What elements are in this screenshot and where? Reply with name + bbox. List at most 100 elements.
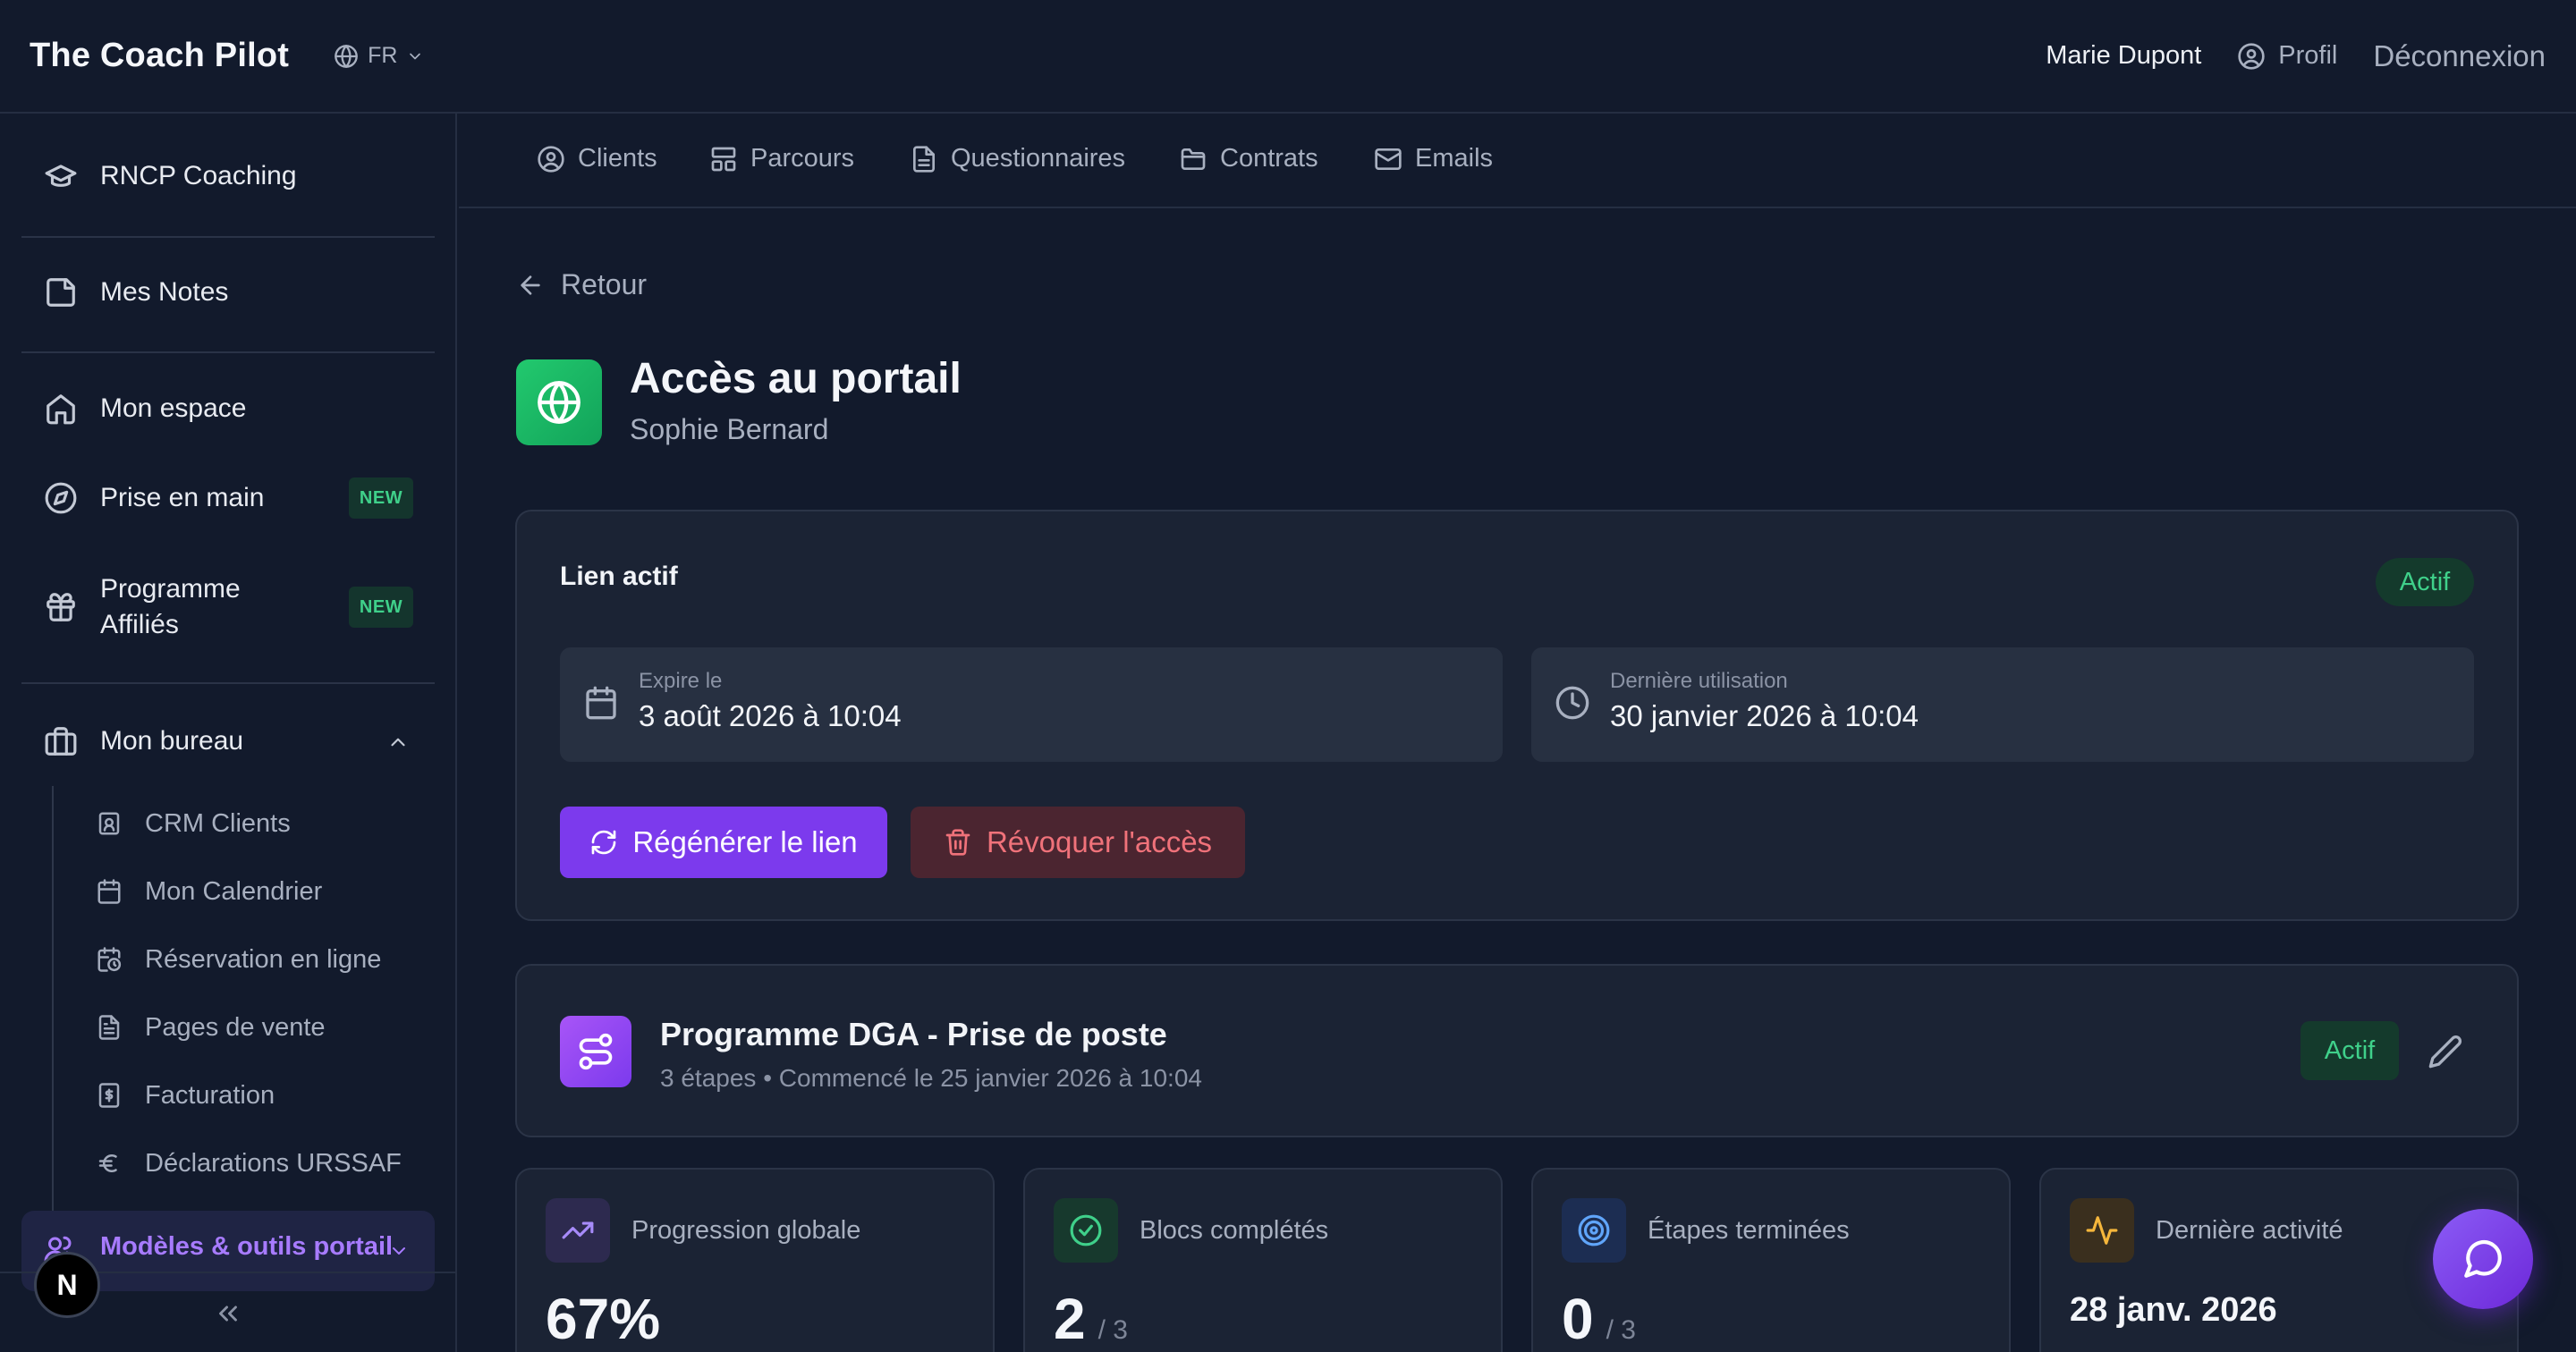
tab-emails[interactable]: Emails	[1374, 144, 1493, 173]
sidebar-item-label: Prise en main	[100, 483, 265, 512]
language-selector[interactable]: FR	[334, 43, 424, 69]
target-icon	[1562, 1198, 1626, 1263]
page-title: Accès au portail	[630, 355, 962, 402]
sidebar-item-label: RNCP Coaching	[100, 161, 297, 190]
layout-icon	[709, 145, 738, 173]
brand-logo[interactable]: The Coach Pilot	[30, 37, 289, 75]
back-label: Retour	[561, 268, 648, 300]
note-icon	[44, 275, 78, 309]
portal-globe-icon	[516, 359, 602, 445]
last-used-value: 30 janvier 2026 à 10:04	[1610, 699, 1919, 732]
sidebar-subitem-pages-de-vente[interactable]: Pages de vente	[0, 1005, 457, 1050]
calendar-clock-icon	[96, 946, 123, 973]
briefcase-icon	[44, 724, 78, 758]
route-icon	[560, 1016, 631, 1087]
chevron-up-icon[interactable]	[386, 731, 410, 754]
stat-card-progression: Progression globale 67%	[515, 1168, 995, 1352]
graduation-cap-icon	[44, 159, 78, 193]
sidebar-subitem-label: Déclarations URSSAF	[145, 1148, 402, 1178]
status-badge: Actif	[2376, 558, 2474, 606]
sidebar-subitem-urssaf[interactable]: Déclarations URSSAF	[0, 1141, 457, 1186]
tab-parcours[interactable]: Parcours	[709, 144, 854, 173]
chat-button[interactable]	[2433, 1209, 2533, 1309]
expiry-value: 3 août 2026 à 10:04	[639, 699, 902, 732]
sidebar-subitem-label: Facturation	[145, 1080, 275, 1110]
sidebar-section-mon-bureau[interactable]: Mon bureau	[0, 723, 457, 759]
chevron-down-icon	[388, 1240, 410, 1262]
profile-label: Profil	[2278, 41, 2338, 70]
sidebar-item-label-line1: Programme	[100, 574, 241, 604]
sidebar-item-rncp-coaching[interactable]: RNCP Coaching	[0, 158, 457, 194]
compass-icon	[44, 481, 78, 515]
card-title: Lien actif	[560, 562, 678, 591]
stat-denominator: / 3	[1097, 1315, 1128, 1345]
sidebar-subitem-label: Mon Calendrier	[145, 876, 323, 906]
sidebar-subitem-facturation[interactable]: Facturation	[0, 1073, 457, 1118]
sidebar-divider	[21, 351, 435, 353]
program-title: Programme DGA - Prise de poste	[660, 1016, 1167, 1052]
stat-value: 0	[1562, 1287, 1594, 1351]
folder-icon	[1179, 145, 1208, 173]
file-text-icon	[96, 1014, 123, 1041]
tab-label: Questionnaires	[951, 144, 1126, 173]
revoke-label: Révoquer l'accès	[986, 825, 1213, 858]
sidebar-item-label-line2: Affiliés	[100, 610, 179, 639]
user-circle-icon	[2237, 42, 2266, 71]
avatar[interactable]: N	[34, 1252, 100, 1318]
stat-value: 2	[1054, 1287, 1086, 1351]
sidebar-subitem-reservation[interactable]: Réservation en ligne	[0, 937, 457, 982]
mail-icon	[1374, 145, 1402, 173]
new-badge: NEW	[349, 587, 413, 628]
sidebar-subitem-label: Réservation en ligne	[145, 944, 382, 974]
sidebar-item-mon-espace[interactable]: Mon espace	[0, 391, 457, 427]
tab-contrats[interactable]: Contrats	[1179, 144, 1318, 173]
revoke-access-button[interactable]: Révoquer l'accès	[911, 807, 1245, 878]
home-icon	[44, 392, 78, 426]
clock-icon	[1555, 685, 1590, 721]
tab-questionnaires[interactable]: Questionnaires	[910, 144, 1125, 173]
arrow-left-icon	[516, 271, 545, 300]
stat-card-blocs: Blocs complétés 2 / 3	[1023, 1168, 1503, 1352]
sidebar-item-label: Mes Notes	[100, 277, 229, 307]
check-circle-icon	[1054, 1198, 1118, 1263]
stat-label: Progression globale	[631, 1216, 861, 1245]
active-link-card: Lien actif Actif Expire le 3 août 2026 à…	[515, 510, 2519, 921]
tab-clients[interactable]: Clients	[537, 144, 657, 173]
calendar-icon	[583, 685, 619, 721]
sidebar-section-label: Mon bureau	[100, 726, 244, 756]
logout-button[interactable]: Déconnexion	[2373, 39, 2546, 73]
sidebar-item-prise-en-main[interactable]: Prise en main NEW	[0, 477, 457, 519]
profile-link[interactable]: Profil	[2237, 41, 2337, 71]
activity-icon	[2070, 1198, 2134, 1263]
stat-label: Blocs complétés	[1140, 1216, 1329, 1245]
gift-icon	[44, 590, 78, 624]
back-link[interactable]: Retour	[516, 268, 647, 301]
regenerate-link-button[interactable]: Régénérer le lien	[560, 807, 887, 878]
sidebar-divider	[21, 682, 435, 684]
sidebar-item-programme-affilies[interactable]: Programme Affiliés NEW	[0, 571, 457, 643]
regenerate-label: Régénérer le lien	[632, 825, 858, 858]
tab-label: Emails	[1415, 144, 1494, 173]
trending-up-icon	[546, 1198, 610, 1263]
top-bar: The Coach Pilot FR Marie Dupont Profil D…	[0, 0, 2576, 114]
sidebar-subitem-crm-clients[interactable]: CRM Clients	[0, 801, 457, 846]
sidebar-divider	[21, 236, 435, 238]
chat-bubble-icon	[2461, 1237, 2505, 1281]
refresh-icon	[589, 828, 618, 857]
stat-card-etapes: Étapes terminées 0 / 3	[1531, 1168, 2011, 1352]
stat-value: 67%	[546, 1287, 661, 1351]
user-circle-icon	[537, 145, 565, 173]
collapse-sidebar-icon[interactable]	[213, 1298, 243, 1329]
expiry-label: Expire le	[639, 669, 723, 693]
sidebar-item-mes-notes[interactable]: Mes Notes	[0, 275, 457, 310]
page-subtitle: Sophie Bernard	[630, 413, 829, 445]
status-badge: Actif	[2301, 1021, 2399, 1080]
sidebar-subitem-mon-calendrier[interactable]: Mon Calendrier	[0, 869, 457, 914]
sidebar-subitem-label: Pages de vente	[145, 1012, 326, 1042]
euro-icon	[96, 1150, 123, 1177]
stat-label: Étapes terminées	[1648, 1216, 1850, 1245]
pencil-icon[interactable]	[2428, 1034, 2463, 1069]
language-code: FR	[368, 43, 398, 68]
stat-denominator: / 3	[1606, 1315, 1636, 1345]
sidebar-item-label: Mon espace	[100, 393, 247, 423]
